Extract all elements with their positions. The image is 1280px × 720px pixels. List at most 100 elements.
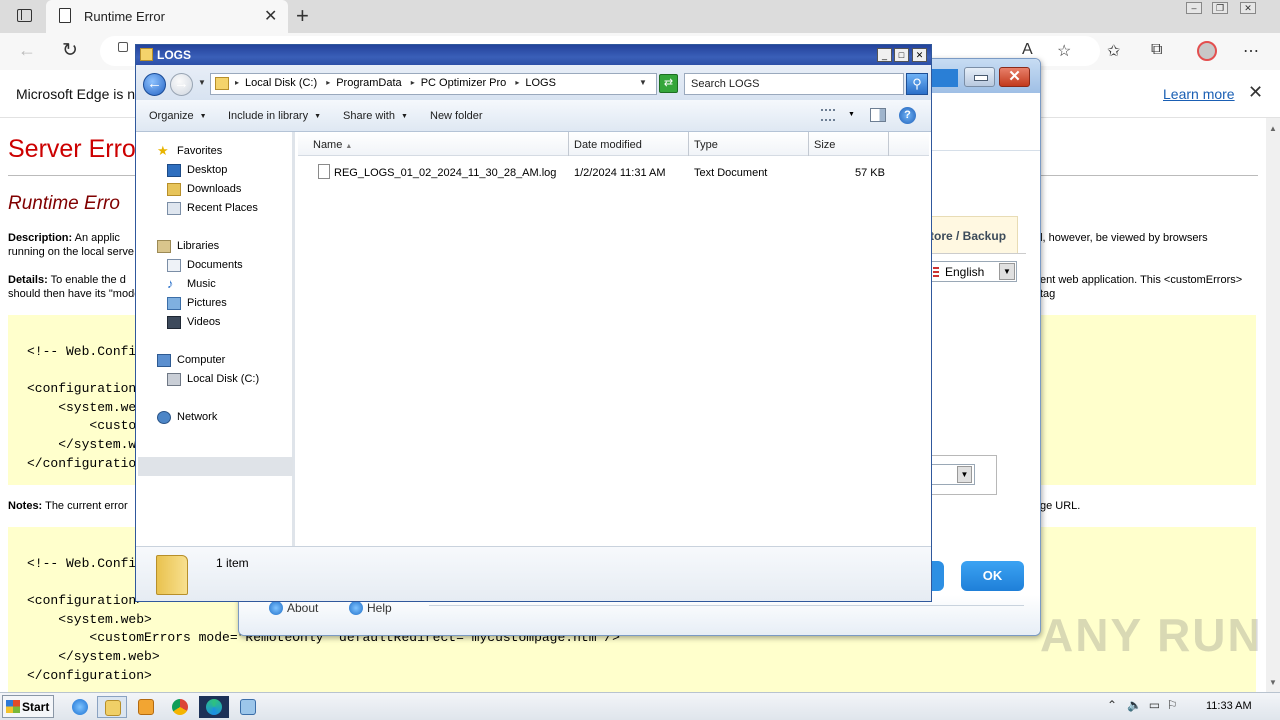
nav-favorites[interactable]: ★ Favorites bbox=[157, 143, 222, 158]
nav-videos[interactable]: Videos bbox=[167, 316, 221, 329]
infobar-close-icon[interactable]: ✕ bbox=[1248, 82, 1263, 103]
nav-music[interactable]: ♪ Music bbox=[167, 276, 216, 291]
organize-button[interactable]: Organize ▼ bbox=[149, 110, 207, 122]
taskbar-pc-optimizer[interactable] bbox=[233, 696, 263, 718]
new-tab-icon[interactable]: + bbox=[296, 3, 309, 29]
address-bar[interactable]: ▸ Local Disk (C:) ▸ ProgramData ▸ PC Optimi… bbox=[210, 73, 657, 95]
code-line: <!-- Web.Config bbox=[27, 556, 145, 571]
close-button[interactable]: ✕ bbox=[912, 48, 927, 62]
refresh-icon[interactable]: ⇄ bbox=[659, 74, 678, 93]
include-in-library-button[interactable]: Include in library ▼ bbox=[228, 110, 321, 122]
nav-network[interactable]: Network bbox=[157, 411, 217, 424]
column-date-modified[interactable]: Date modified bbox=[574, 139, 642, 151]
pco-title-accent bbox=[932, 69, 958, 87]
pco-minimize-button[interactable] bbox=[964, 67, 995, 87]
recent-pages-icon[interactable]: ▼ bbox=[198, 78, 206, 87]
favorites-icon[interactable]: ✩ bbox=[1107, 41, 1120, 61]
nav-documents[interactable]: Documents bbox=[167, 259, 243, 272]
restore-button[interactable]: ❐ bbox=[1212, 2, 1228, 14]
breadcrumb-item[interactable]: PC Optimizer Pro bbox=[421, 77, 507, 89]
code-line: </system.we bbox=[27, 437, 145, 452]
breadcrumb-item[interactable]: ProgramData bbox=[336, 77, 401, 89]
more-icon[interactable]: ⋯ bbox=[1243, 41, 1259, 61]
scroll-up-icon[interactable]: ▲ bbox=[1269, 124, 1277, 133]
taskbar-chrome[interactable] bbox=[165, 696, 195, 718]
minimize-button[interactable]: – bbox=[1186, 2, 1202, 14]
explorer-titlebar: LOGS _ □ ✕ bbox=[136, 45, 931, 65]
settings-combo[interactable]: ▼ bbox=[929, 464, 975, 485]
forward-icon[interactable]: → bbox=[170, 73, 193, 96]
taskbar-explorer[interactable] bbox=[97, 696, 127, 718]
volume-icon[interactable]: 🔈 bbox=[1127, 698, 1142, 712]
back-icon[interactable]: ← bbox=[143, 73, 166, 96]
column-size[interactable]: Size bbox=[814, 139, 835, 151]
search-input[interactable]: Search LOGS bbox=[684, 73, 904, 95]
details-text: To enable the d bbox=[50, 274, 126, 286]
nav-libraries[interactable]: Libraries bbox=[157, 240, 219, 253]
help-icon[interactable]: ? bbox=[899, 107, 916, 124]
about-link[interactable]: About bbox=[269, 601, 318, 615]
tab-close-icon[interactable]: ✕ bbox=[264, 6, 277, 26]
ok-button[interactable]: OK bbox=[961, 561, 1024, 591]
reload-icon[interactable]: ↻ bbox=[62, 39, 78, 62]
share-with-label: Share with bbox=[343, 110, 395, 122]
file-name[interactable]: REG_LOGS_01_02_2024_11_30_28_AM.log bbox=[334, 167, 556, 179]
language-select[interactable]: English ▼ bbox=[929, 261, 1017, 282]
chevron-down-icon[interactable]: ▼ bbox=[957, 466, 972, 483]
column-divider[interactable] bbox=[808, 132, 809, 156]
taskbar-ie[interactable] bbox=[65, 696, 95, 718]
lock-icon[interactable] bbox=[118, 42, 128, 52]
restore-backup-tab[interactable]: tore / Backup bbox=[929, 216, 1018, 254]
maximize-button[interactable]: □ bbox=[894, 48, 909, 62]
column-name[interactable]: Name ▲ bbox=[313, 139, 352, 151]
breadcrumb-item[interactable]: Local Disk (C:) bbox=[245, 77, 317, 89]
column-type[interactable]: Type bbox=[694, 139, 718, 151]
breadcrumb-item[interactable]: LOGS bbox=[525, 77, 556, 89]
close-button[interactable]: ✕ bbox=[1240, 2, 1256, 14]
chevron-down-icon[interactable]: ▼ bbox=[848, 111, 855, 118]
column-divider[interactable] bbox=[568, 132, 569, 156]
nav-computer[interactable]: Computer bbox=[157, 354, 225, 367]
preview-pane-icon[interactable] bbox=[870, 108, 886, 122]
explorer-navbar: ← → ▼ ▸ Local Disk (C:) ▸ ProgramData ▸ PC … bbox=[136, 65, 931, 100]
taskbar-edge[interactable] bbox=[199, 696, 229, 718]
chevron-down-icon[interactable]: ▼ bbox=[639, 78, 647, 87]
chevron-down-icon[interactable]: ▼ bbox=[999, 263, 1015, 280]
view-options-icon[interactable] bbox=[821, 109, 835, 121]
window-title: LOGS bbox=[157, 48, 192, 62]
learn-more-link[interactable]: Learn more bbox=[1163, 86, 1235, 102]
nav-local-disk[interactable]: Local Disk (C:) bbox=[167, 373, 259, 386]
profile-avatar[interactable] bbox=[1197, 41, 1217, 61]
nav-label: Videos bbox=[187, 316, 221, 328]
search-icon[interactable]: ⚲ bbox=[906, 73, 928, 95]
nav-recent-places[interactable]: Recent Places bbox=[167, 202, 258, 215]
tab-runtime-error[interactable]: Runtime Error ✕ bbox=[46, 0, 288, 33]
nav-label: Desktop bbox=[187, 164, 228, 176]
nav-downloads[interactable]: Downloads bbox=[167, 183, 241, 196]
column-divider[interactable] bbox=[888, 132, 889, 156]
help-link[interactable]: Help bbox=[349, 601, 392, 615]
tab-actions-icon[interactable] bbox=[17, 9, 32, 22]
about-icon bbox=[269, 601, 283, 615]
show-hidden-icons-icon[interactable]: ⌃ bbox=[1107, 698, 1117, 712]
details-pane: 1 item bbox=[136, 546, 931, 601]
flag-icon[interactable]: ⚐ bbox=[1167, 698, 1178, 712]
page-scrollbar[interactable]: ▲ ▼ bbox=[1266, 118, 1280, 692]
nav-desktop[interactable]: Desktop bbox=[167, 164, 228, 177]
network-tray-icon[interactable]: ▭ bbox=[1149, 698, 1160, 712]
read-aloud-icon[interactable]: A bbox=[1022, 41, 1033, 59]
pco-close-button[interactable]: ✕ bbox=[999, 67, 1030, 87]
minimize-button[interactable]: _ bbox=[877, 48, 892, 62]
scroll-down-icon[interactable]: ▼ bbox=[1269, 678, 1277, 687]
collections-icon[interactable]: ⧉ bbox=[1151, 41, 1162, 59]
add-favorite-icon[interactable]: ☆ bbox=[1057, 41, 1071, 61]
back-icon[interactable]: ← bbox=[18, 40, 36, 61]
new-folder-button[interactable]: New folder bbox=[430, 110, 483, 122]
start-button[interactable]: Start bbox=[2, 695, 54, 718]
nav-pictures[interactable]: Pictures bbox=[167, 297, 227, 310]
taskbar-media-player[interactable] bbox=[131, 696, 161, 718]
column-divider[interactable] bbox=[688, 132, 689, 156]
share-with-button[interactable]: Share with ▼ bbox=[343, 110, 408, 122]
star-icon: ★ bbox=[157, 143, 169, 158]
clock[interactable]: 11:33 AM bbox=[1206, 700, 1252, 712]
